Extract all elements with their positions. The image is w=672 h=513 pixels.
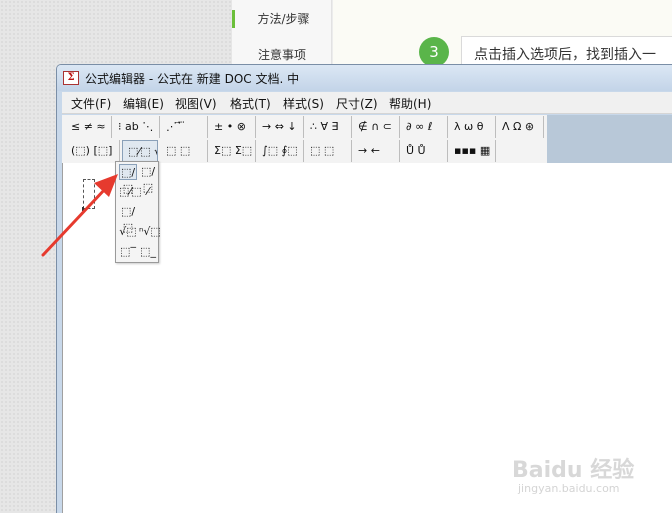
watermark-url: jingyan.baidu.com — [518, 482, 620, 495]
annotation-arrow — [41, 174, 118, 257]
baidu-jingyan-watermark: Baidu 经验 — [512, 458, 635, 483]
